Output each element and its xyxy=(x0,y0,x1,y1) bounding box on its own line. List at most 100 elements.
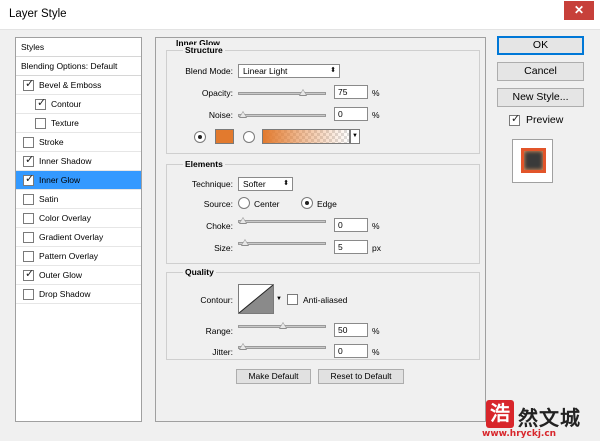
jitter-label: Jitter: xyxy=(212,347,233,357)
technique-label: Technique: xyxy=(191,179,233,189)
opacity-slider-thumb[interactable] xyxy=(299,89,307,96)
sidebar-item-blending-options-default[interactable]: Blending Options: Default xyxy=(16,57,141,76)
size-input[interactable]: 5 xyxy=(334,240,368,254)
source-edge-radio[interactable] xyxy=(301,197,313,209)
sidebar-item-pattern-overlay[interactable]: Pattern Overlay xyxy=(16,247,141,266)
jitter-slider-thumb[interactable] xyxy=(239,343,247,350)
new-style-button[interactable]: New Style... xyxy=(497,88,584,107)
size-slider-thumb[interactable] xyxy=(240,239,249,246)
opacity-label: Opacity: xyxy=(201,88,233,98)
sidebar-checkbox[interactable]: ✓ xyxy=(23,79,34,91)
elements-group: Elements Technique: Softer ⬍ Source: Cen… xyxy=(166,159,480,264)
checkmark-icon: ✓ xyxy=(511,113,521,125)
sidebar-checkbox[interactable]: ✓ xyxy=(23,155,34,167)
cancel-button[interactable]: Cancel xyxy=(497,62,584,81)
dropdown-arrow-icon: ⬍ xyxy=(330,67,336,74)
preview-swatch xyxy=(521,148,546,173)
anti-aliased-checkbox[interactable] xyxy=(287,294,298,305)
source-center-label[interactable]: Center xyxy=(254,199,280,209)
opacity-slider[interactable] xyxy=(238,89,326,96)
opacity-input[interactable]: 75 xyxy=(334,85,368,99)
close-icon[interactable]: ✕ xyxy=(564,1,594,20)
sidebar-item-label: Texture xyxy=(51,118,79,128)
dropdown-arrow-icon: ⬍ xyxy=(283,180,289,187)
source-edge-label[interactable]: Edge xyxy=(317,199,337,209)
size-label: Size: xyxy=(214,243,233,253)
sidebar-checkbox[interactable] xyxy=(23,232,34,243)
opacity-unit: % xyxy=(372,88,380,98)
sidebar-item-label: Outer Glow xyxy=(39,270,82,280)
preview-label[interactable]: Preview xyxy=(526,114,563,126)
sidebar-item-inner-shadow[interactable]: ✓ Inner Shadow xyxy=(16,152,141,171)
sidebar-checkbox[interactable] xyxy=(23,137,34,148)
sidebar-checkbox[interactable] xyxy=(23,251,34,262)
jitter-unit: % xyxy=(372,347,380,357)
sidebar-item-label: Stroke xyxy=(39,137,64,147)
window-title: Layer Style xyxy=(9,8,67,20)
choke-label: Choke: xyxy=(206,221,233,231)
choke-slider-thumb[interactable] xyxy=(239,217,247,224)
sidebar-checkbox[interactable]: ✓ xyxy=(23,268,35,281)
noise-input[interactable]: 0 xyxy=(334,107,368,121)
sidebar-checkbox[interactable]: ✓ xyxy=(35,98,46,110)
size-slider[interactable] xyxy=(238,239,326,246)
contour-picker[interactable] xyxy=(238,284,274,314)
sidebar-checkbox[interactable]: ✓ xyxy=(23,174,34,186)
watermark-logo: 浩 然文城 www.hryckj.cn xyxy=(480,398,600,441)
technique-select[interactable]: Softer ⬍ xyxy=(238,177,293,191)
choke-slider[interactable] xyxy=(238,217,326,224)
range-slider[interactable] xyxy=(238,322,326,329)
sidebar-item-color-overlay[interactable]: Color Overlay xyxy=(16,209,141,228)
make-default-button[interactable]: Make Default xyxy=(236,369,311,384)
elements-title: Elements xyxy=(183,159,225,169)
sidebar-item-satin[interactable]: Satin xyxy=(16,190,141,209)
sidebar-item-texture[interactable]: Texture xyxy=(16,114,141,133)
sidebar-item-bevel-emboss[interactable]: ✓ Bevel & Emboss xyxy=(16,76,141,95)
source-center-radio[interactable] xyxy=(238,197,250,209)
watermark-badge: 浩 xyxy=(486,400,514,428)
jitter-input[interactable]: 0 xyxy=(334,344,368,358)
sidebar-item-stroke[interactable]: Stroke xyxy=(16,133,141,152)
sidebar-item-label: Bevel & Emboss xyxy=(39,80,102,90)
sidebar-item-gradient-overlay[interactable]: Gradient Overlay xyxy=(16,228,141,247)
style-preview-thumbnail xyxy=(512,139,553,183)
jitter-slider[interactable] xyxy=(238,343,326,350)
range-slider-thumb[interactable] xyxy=(279,322,287,329)
reset-to-default-button[interactable]: Reset to Default xyxy=(318,369,404,384)
sidebar-item-outer-glow[interactable]: ✓ Outer Glow xyxy=(16,266,141,285)
sidebar-item-label: Satin xyxy=(39,194,59,204)
sidebar-checkbox[interactable] xyxy=(23,289,34,300)
quality-title: Quality xyxy=(183,267,216,277)
range-input[interactable]: 50 xyxy=(334,323,368,337)
glow-color-swatch[interactable] xyxy=(215,129,234,144)
noise-slider-thumb[interactable] xyxy=(239,111,247,118)
solid-color-radio[interactable] xyxy=(194,131,206,143)
ok-button[interactable]: OK xyxy=(497,36,584,55)
sidebar-item-label: Drop Shadow xyxy=(39,289,91,299)
inner-glow-panel: Inner Glow Structure Blend Mode: Linear … xyxy=(155,37,486,422)
noise-slider[interactable] xyxy=(238,111,326,118)
checkmark-icon: ✓ xyxy=(25,268,35,280)
choke-input[interactable]: 0 xyxy=(334,218,368,232)
structure-title: Structure xyxy=(183,45,225,55)
sidebar-item-inner-glow[interactable]: ✓ Inner Glow xyxy=(16,171,141,190)
preview-checkbox[interactable]: ✓ xyxy=(509,113,521,126)
sidebar-item-label: Gradient Overlay xyxy=(39,232,104,242)
noise-label: Noise: xyxy=(208,110,233,120)
gradient-radio[interactable] xyxy=(243,131,255,143)
contour-dropdown-icon[interactable]: ▼ xyxy=(275,284,283,314)
sidebar-checkbox[interactable] xyxy=(35,118,46,129)
source-label: Source: xyxy=(203,199,233,209)
sidebar-item-contour[interactable]: ✓ Contour xyxy=(16,95,141,114)
sidebar-item-drop-shadow[interactable]: Drop Shadow xyxy=(16,285,141,304)
gradient-dropdown-icon[interactable]: ▼ xyxy=(350,129,360,144)
blend-mode-select[interactable]: Linear Light ⬍ xyxy=(238,64,340,78)
sidebar-item-label: Styles xyxy=(21,42,45,52)
sidebar-checkbox[interactable] xyxy=(23,194,34,205)
gradient-preview[interactable] xyxy=(262,129,350,144)
sidebar-checkbox[interactable] xyxy=(23,213,34,224)
anti-aliased-label[interactable]: Anti-aliased xyxy=(303,295,347,305)
styles-sidebar: Styles Blending Options: Default ✓ Bevel & … xyxy=(15,37,142,422)
watermark-text: 然文城 xyxy=(518,408,581,430)
sidebar-item-styles[interactable]: Styles xyxy=(16,38,141,57)
